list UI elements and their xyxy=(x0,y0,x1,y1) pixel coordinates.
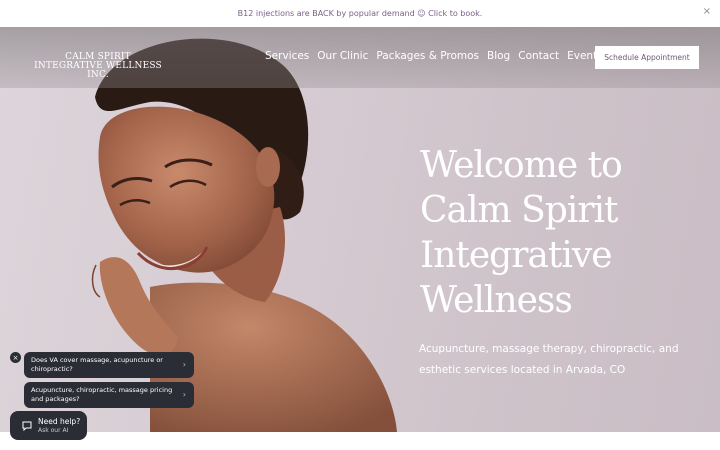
schedule-appointment-button[interactable]: Schedule Appointment xyxy=(595,46,699,69)
close-icon[interactable]: × xyxy=(703,6,711,17)
chat-suggestion-text: Does VA cover massage, acupuncture or ch… xyxy=(31,356,163,373)
nav-item-blog[interactable]: Blog xyxy=(487,50,510,62)
chevron-right-icon: › xyxy=(182,390,186,399)
headline-line-1: Welcome to xyxy=(420,145,623,186)
hero-subtitle: Acupuncture, massage therapy, chiropract… xyxy=(419,343,679,376)
nav-item-services[interactable]: Services xyxy=(265,50,309,62)
chevron-right-icon: › xyxy=(182,360,186,369)
need-help-subtitle: Ask our AI xyxy=(38,427,69,434)
headline-line-4: Wellness xyxy=(420,280,573,321)
brand-logo[interactable]: CALM SPIRIT INTEGRATIVE WELLNESS INC. xyxy=(28,53,168,80)
headline-line-2: Calm Spirit xyxy=(420,190,619,231)
hero-headline: Welcome to Calm Spirit Integrative Welln… xyxy=(420,143,700,323)
chat-suggestion-text: Acupuncture, chiropractic, massage prici… xyxy=(31,386,173,403)
chat-close-icon[interactable]: × xyxy=(10,352,21,363)
chat-suggestion-pricing[interactable]: Acupuncture, chiropractic, massage prici… xyxy=(24,382,194,408)
main-nav: Services Our Clinic Packages & Promos Bl… xyxy=(265,50,611,62)
announcement-text[interactable]: B12 injections are BACK by popular deman… xyxy=(238,9,483,18)
need-help-title: Need help? xyxy=(38,417,81,426)
need-help-chat-button[interactable]: Need help? Ask our AI xyxy=(10,411,87,440)
headline-line-3: Integrative xyxy=(420,235,613,276)
brand-line-2: INTEGRATIVE WELLNESS INC. xyxy=(34,61,162,80)
chat-suggestion-va-coverage[interactable]: Does VA cover massage, acupuncture or ch… xyxy=(24,352,194,378)
nav-item-packages-promos[interactable]: Packages & Promos xyxy=(376,50,479,62)
announcement-bar[interactable]: B12 injections are BACK by popular deman… xyxy=(0,0,720,27)
nav-item-our-clinic[interactable]: Our Clinic xyxy=(317,50,368,62)
chat-bubble-icon xyxy=(22,421,32,431)
nav-item-contact[interactable]: Contact xyxy=(518,50,559,62)
